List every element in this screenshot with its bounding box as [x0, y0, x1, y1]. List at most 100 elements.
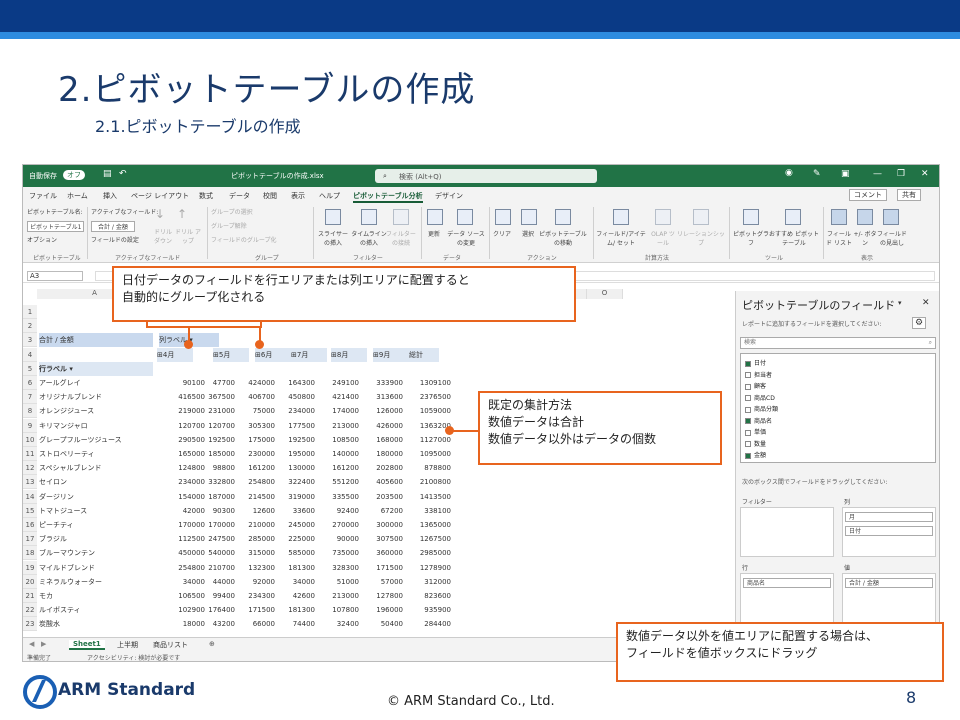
- row-header[interactable]: 2: [23, 319, 37, 334]
- options-button[interactable]: オプション: [27, 235, 57, 244]
- autosave-toggle[interactable]: オフ: [63, 170, 85, 180]
- plus-minus-button[interactable]: +/- ボタン: [853, 229, 877, 247]
- month-header[interactable]: ⊞8月: [331, 347, 367, 362]
- columns-field-date[interactable]: 日付: [845, 526, 933, 536]
- tab-pivot-analyze[interactable]: ピボットテーブル分析: [353, 191, 423, 203]
- row-header[interactable]: 1: [23, 305, 37, 319]
- drillup-button[interactable]: ドリル アップ: [175, 227, 201, 245]
- row-header[interactable]: 20: [23, 574, 37, 589]
- group-field-button[interactable]: フィールドのグループ化: [211, 235, 277, 244]
- row-header[interactable]: 8: [23, 404, 37, 419]
- checkbox-icon[interactable]: [745, 441, 751, 447]
- field-settings-button[interactable]: フィールドの設定: [91, 235, 139, 244]
- field-headers-button[interactable]: フィールド の見出し: [877, 229, 907, 247]
- columns-field-month[interactable]: 月: [845, 512, 933, 522]
- field-list-button[interactable]: フィール ド リスト: [825, 229, 853, 247]
- row-header[interactable]: 10: [23, 432, 37, 447]
- ribbon-display-icon[interactable]: ▣: [841, 169, 850, 179]
- save-icon[interactable]: ▤: [103, 169, 112, 179]
- recommended-pivot-button[interactable]: おすすめ ピボットテーブル: [769, 229, 819, 247]
- accessibility-status[interactable]: アクセシビリティ: 検討が必要です: [87, 653, 180, 661]
- tab-view[interactable]: 表示: [291, 191, 305, 201]
- relationships-button[interactable]: リレーションシップ: [677, 229, 725, 247]
- checkbox-checked-icon[interactable]: [745, 418, 751, 424]
- undo-icon[interactable]: ↶: [119, 169, 127, 179]
- checkbox-icon[interactable]: [745, 372, 751, 378]
- add-sheet-icon[interactable]: ⊕: [209, 640, 215, 648]
- field-item[interactable]: 数量: [745, 439, 766, 448]
- minimize-icon[interactable]: —: [873, 169, 882, 179]
- pivotchart-button[interactable]: ピボットグラフ: [731, 229, 771, 247]
- field-item[interactable]: 担当者: [745, 370, 772, 379]
- sheet-tab-sheet1[interactable]: Sheet1: [69, 640, 105, 650]
- sheet-tab-first-half[interactable]: 上半期: [117, 640, 138, 650]
- values-drop-box[interactable]: 合計 / 金額: [842, 573, 936, 623]
- filter-drop-box[interactable]: [740, 507, 834, 557]
- row-header[interactable]: 15: [23, 503, 37, 518]
- tab-design[interactable]: デザイン: [435, 191, 463, 201]
- checkbox-icon[interactable]: [745, 383, 751, 390]
- month-header[interactable]: ⊞7月: [291, 347, 327, 362]
- columns-drop-box[interactable]: 月 日付: [842, 507, 936, 557]
- tab-page-layout[interactable]: ページ レイアウト: [131, 191, 189, 201]
- row-header[interactable]: 17: [23, 532, 37, 547]
- share-button[interactable]: 共有: [897, 189, 921, 201]
- clear-button[interactable]: クリア: [491, 229, 513, 238]
- values-field-sum[interactable]: 合計 / 金額: [845, 578, 933, 588]
- checkbox-checked-icon[interactable]: [745, 452, 751, 459]
- avatar[interactable]: ◉: [785, 168, 793, 178]
- filter-connection-button[interactable]: フィルター の接続: [385, 229, 417, 247]
- tab-help[interactable]: ヘルプ: [319, 191, 340, 201]
- tab-data[interactable]: データ: [229, 191, 250, 201]
- row-header[interactable]: 4: [23, 347, 37, 362]
- row-header[interactable]: 18: [23, 546, 37, 561]
- olap-button[interactable]: OLAP ツール: [649, 229, 677, 247]
- search-box[interactable]: ⌕ 検索 (Alt+Q): [375, 169, 597, 183]
- timeline-button[interactable]: タイムライン の挿入: [351, 229, 387, 247]
- close-icon[interactable]: ✕: [921, 169, 929, 179]
- tab-file[interactable]: ファイル: [29, 191, 57, 201]
- refresh-button[interactable]: 更新: [423, 229, 445, 238]
- row-header[interactable]: 16: [23, 518, 37, 532]
- column-header[interactable]: O: [587, 289, 623, 299]
- field-item[interactable]: 金額: [745, 450, 766, 459]
- tab-review[interactable]: 校閲: [263, 191, 277, 201]
- sheet-tab-product-list[interactable]: 商品リスト: [153, 640, 188, 650]
- row-header[interactable]: 7: [23, 390, 37, 405]
- row-header[interactable]: 22: [23, 603, 37, 618]
- comment-button[interactable]: コメント: [849, 189, 887, 201]
- move-pivot-button[interactable]: ピボットテーブル の移動: [539, 229, 587, 247]
- field-item[interactable]: 単価: [745, 427, 766, 436]
- row-header[interactable]: 9: [23, 418, 37, 433]
- row-labels-header[interactable]: 行ラベル ▾: [39, 361, 153, 376]
- change-source-button[interactable]: データ ソース の変更: [447, 229, 485, 247]
- sheet-nav-prev-icon[interactable]: ◀: [29, 640, 34, 648]
- row-header[interactable]: 5: [23, 361, 37, 376]
- drilldown-button[interactable]: ドリル ダウン: [151, 227, 175, 245]
- checkbox-icon[interactable]: [745, 429, 751, 436]
- tab-insert[interactable]: 挿入: [103, 191, 117, 201]
- month-header[interactable]: ⊞6月: [255, 347, 291, 362]
- slicer-button[interactable]: スライサー の挿入: [317, 229, 349, 247]
- field-search-input[interactable]: 検索 ⌕: [740, 337, 936, 349]
- month-header[interactable]: ⊞9月: [373, 347, 409, 362]
- pane-close-icon[interactable]: ✕: [922, 298, 930, 308]
- gear-icon[interactable]: ⚙: [912, 317, 927, 329]
- group-selection-button[interactable]: グループの選択: [211, 207, 253, 216]
- row-header[interactable]: 11: [23, 447, 37, 461]
- field-item[interactable]: 商品CD: [745, 393, 775, 402]
- field-item[interactable]: 商品分類: [745, 404, 778, 413]
- field-item[interactable]: 顧客: [745, 381, 766, 390]
- tab-formulas[interactable]: 数式: [199, 191, 213, 201]
- row-header[interactable]: 23: [23, 617, 37, 632]
- fields-items-button[interactable]: フィールド/アイテム/ セット: [595, 229, 647, 247]
- checkbox-icon[interactable]: [745, 395, 751, 401]
- rows-drop-box[interactable]: 商品名: [740, 573, 834, 623]
- row-header[interactable]: 12: [23, 461, 37, 476]
- ungroup-button[interactable]: グループ解除: [211, 221, 247, 230]
- pivot-name-field[interactable]: ピボットテーブル1: [27, 221, 85, 232]
- rows-field-product[interactable]: 商品名: [743, 578, 831, 588]
- pen-icon[interactable]: ✎: [813, 169, 821, 179]
- pane-options-icon[interactable]: ▾: [898, 299, 902, 307]
- field-item[interactable]: 日付: [745, 358, 766, 367]
